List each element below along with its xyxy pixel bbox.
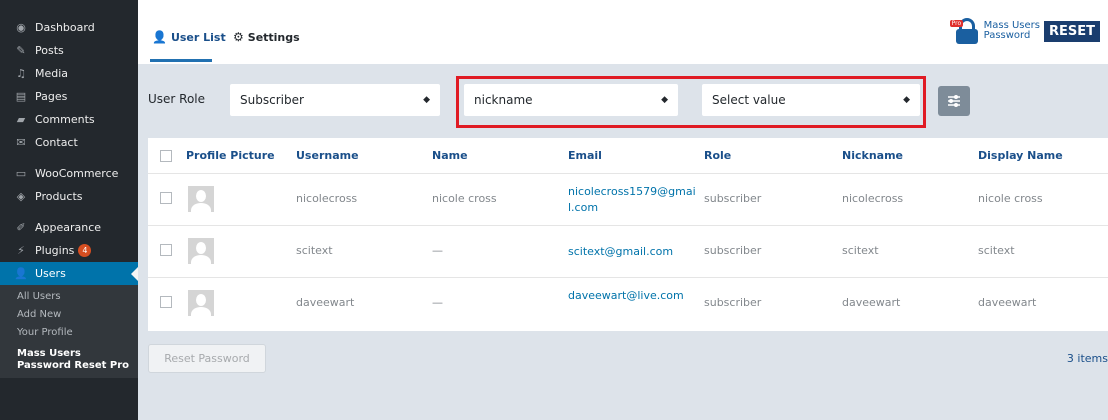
avatar — [188, 290, 214, 316]
sidebar-item-dashboard[interactable]: ◉ Dashboard — [0, 16, 138, 39]
submenu-mass-users-password-reset-pro[interactable]: Mass Users Password Reset Pro — [0, 346, 138, 374]
plugin-logo: Pro Mass Users Password RESET — [949, 18, 1100, 44]
email-link[interactable]: nicolecross1579@gmail.com — [568, 184, 698, 216]
sidebar-item-appearance[interactable]: ✐ Appearance — [0, 216, 138, 239]
username-cell: daveewart — [296, 296, 355, 309]
gear-icon: ⚙ — [233, 30, 244, 44]
pages-icon: ▤ — [15, 90, 27, 103]
email-link[interactable]: daveewart@live.com — [568, 288, 698, 304]
plugin-icon: ⚡ — [17, 244, 25, 257]
comments-icon: ▰ — [16, 113, 26, 126]
submenu-all-users[interactable]: All Users — [0, 288, 138, 306]
table-row: nicolecross nicole cross nicolecross1579… — [148, 174, 1108, 226]
submenu-your-profile[interactable]: Your Profile — [0, 324, 138, 342]
avatar — [188, 186, 214, 212]
col-email[interactable]: Email — [568, 149, 602, 162]
username-cell: scitext — [296, 244, 333, 257]
sidebar-item-plugins[interactable]: ⚡ Plugins 4 — [0, 239, 138, 262]
display-name-cell: scitext — [978, 244, 1015, 257]
active-tab-indicator — [150, 59, 212, 62]
user-icon: 👤 — [152, 30, 167, 44]
avatar — [188, 238, 214, 264]
nickname-cell: daveewart — [842, 296, 901, 309]
sidebar-item-woocommerce[interactable]: ▭ WooCommerce — [0, 162, 138, 185]
nickname-cell: nicolecross — [842, 192, 904, 205]
email-link[interactable]: scitext@gmail.com — [568, 244, 698, 260]
lock-icon: Pro — [949, 18, 978, 44]
sidebar-item-contact[interactable]: ✉ Contact — [0, 131, 138, 154]
select-arrows-icon: ◆ — [661, 95, 668, 105]
col-role[interactable]: Role — [704, 149, 731, 162]
filter-button[interactable] — [938, 86, 970, 116]
media-icon: ♫ — [16, 67, 26, 80]
sidebar-item-pages[interactable]: ▤ Pages — [0, 85, 138, 108]
field-select[interactable]: nickname ◆ — [464, 84, 678, 116]
users-submenu: All Users Add New Your Profile Mass User… — [0, 285, 138, 378]
col-display-name[interactable]: Display Name — [978, 149, 1063, 162]
products-icon: ◈ — [16, 190, 26, 203]
col-profile-picture[interactable]: Profile Picture — [186, 149, 275, 162]
display-name-cell: nicole cross — [978, 192, 1043, 205]
row-checkbox[interactable] — [160, 296, 172, 308]
pin-icon: ✎ — [16, 44, 26, 57]
table-row: daveewart — daveewart@live.com subscribe… — [148, 278, 1108, 330]
nickname-cell: scitext — [842, 244, 879, 257]
select-arrows-icon: ◆ — [903, 95, 910, 105]
table-header: Profile Picture Username Name Email Role… — [148, 138, 1108, 174]
sliders-icon — [948, 95, 960, 107]
reset-password-button[interactable]: Reset Password — [148, 344, 266, 373]
logo-reset: RESET — [1043, 20, 1100, 42]
name-cell: — — [432, 296, 443, 309]
sidebar-item-comments[interactable]: ▰ Comments — [0, 108, 138, 131]
role-cell: subscriber — [704, 296, 762, 309]
dashboard-icon: ◉ — [16, 21, 26, 34]
user-role-select[interactable]: Subscriber ◆ — [230, 84, 440, 116]
col-name[interactable]: Name — [432, 149, 468, 162]
sidebar-item-users[interactable]: 👤 Users — [0, 262, 138, 285]
display-name-cell: daveewart — [978, 296, 1037, 309]
items-count: 3 items — [1066, 352, 1108, 365]
col-nickname[interactable]: Nickname — [842, 149, 903, 162]
name-cell: nicole cross — [432, 192, 497, 205]
brush-icon: ✐ — [16, 221, 26, 234]
users-table: Profile Picture Username Name Email Role… — [148, 138, 1108, 331]
sidebar-item-products[interactable]: ◈ Products — [0, 185, 138, 208]
admin-sidebar: ◉ Dashboard ✎ Posts ♫ Media ▤ Pages ▰ Comment… — [0, 0, 138, 420]
name-cell: — — [432, 244, 443, 257]
role-cell: subscriber — [704, 244, 762, 257]
tab-settings[interactable]: ⚙ Settings — [233, 30, 300, 44]
woocommerce-icon: ▭ — [15, 167, 27, 180]
role-cell: subscriber — [704, 192, 762, 205]
mail-icon: ✉ — [16, 136, 26, 149]
select-all-checkbox[interactable] — [160, 150, 172, 162]
sidebar-item-media[interactable]: ♫ Media — [0, 62, 138, 85]
logo-line-2: Password — [983, 30, 1031, 41]
col-username[interactable]: Username — [296, 149, 359, 162]
submenu-add-new[interactable]: Add New — [0, 306, 138, 324]
pro-badge: Pro — [949, 20, 964, 27]
row-checkbox[interactable] — [160, 244, 172, 256]
users-icon: 👤 — [14, 267, 28, 280]
select-arrows-icon: ◆ — [423, 95, 430, 105]
user-role-label: User Role — [148, 92, 206, 106]
sidebar-item-posts[interactable]: ✎ Posts — [0, 39, 138, 62]
value-select[interactable]: Select value ◆ — [702, 84, 920, 116]
page-header: 👤 User List ⚙ Settings Pro Mass Users Pass… — [138, 0, 1108, 64]
plugins-update-badge: 4 — [78, 244, 92, 257]
tab-user-list[interactable]: 👤 User List — [152, 30, 226, 44]
username-cell: nicolecross — [296, 192, 358, 205]
row-checkbox[interactable] — [160, 192, 172, 204]
table-row: scitext — scitext@gmail.com subscriber s… — [148, 226, 1108, 278]
main-content: User Role Subscriber ◆ nickname ◆ Select v… — [138, 64, 1108, 420]
